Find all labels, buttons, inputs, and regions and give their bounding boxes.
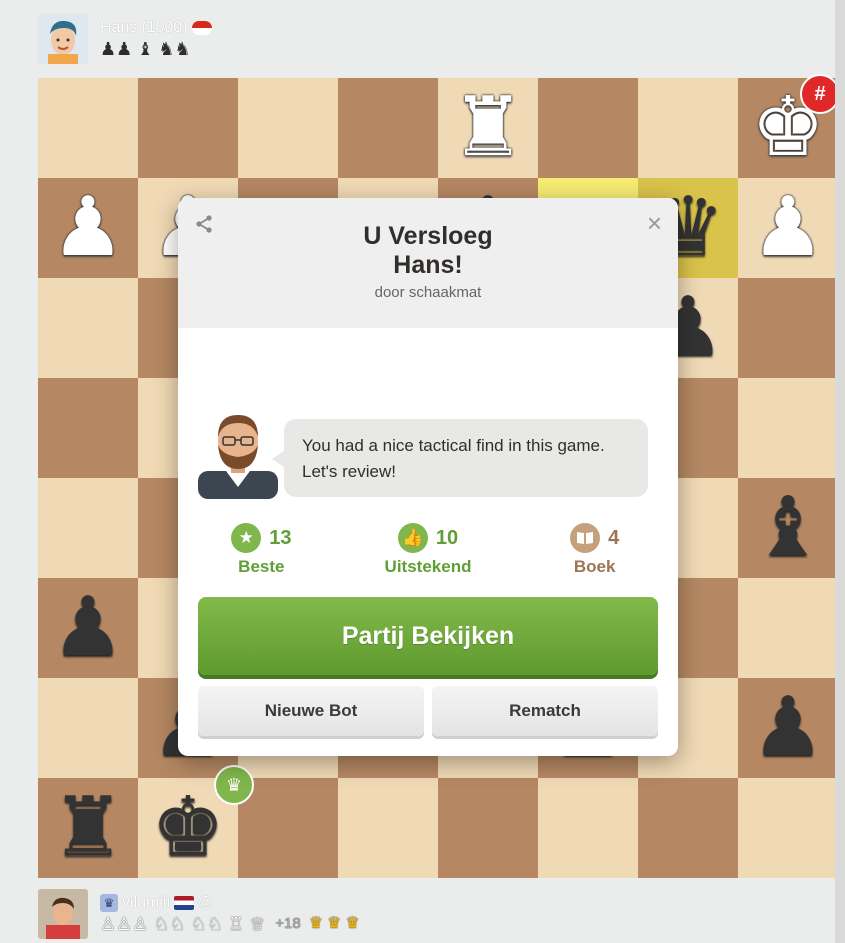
square-c1[interactable] [238,778,338,878]
stat-best[interactable]: ★ 13 Beste [178,523,345,577]
square-a7[interactable]: ♟ [38,178,138,278]
material-advantage: +18 [275,915,301,932]
square-a3[interactable]: ♟ [38,578,138,678]
stat-excellent-label: Uitstekend [384,557,472,576]
modal-title-line1: U Versloeg [363,222,493,250]
square-b8[interactable] [138,78,238,178]
white-piece[interactable]: ♟ [51,187,125,269]
square-e8[interactable]: ♜ [438,78,538,178]
coach-area: You had a nice tactical find in this gam… [190,403,668,499]
square-a4[interactable] [38,478,138,578]
square-h3[interactable] [738,578,838,678]
white-piece[interactable]: ♟ [751,187,825,269]
square-c8[interactable] [238,78,338,178]
square-g8[interactable] [638,78,738,178]
stat-best-value: 13 [269,526,292,549]
square-g1[interactable] [638,778,738,878]
stat-excellent-value: 10 [435,526,459,549]
coach-message-bubble: You had a nice tactical find in this gam… [272,419,648,497]
right-scroll-edge [835,0,845,943]
square-h7[interactable]: ♟ [738,178,838,278]
new-bot-button[interactable]: Nieuwe Bot [198,686,424,736]
square-f1[interactable] [538,778,638,878]
square-d8[interactable] [338,78,438,178]
square-h1[interactable] [738,778,838,878]
black-piece[interactable]: ♜ [51,787,125,869]
square-d1[interactable] [338,778,438,878]
move-stats: ★ 13 Beste 👍 10 Uitstekend 4 Boek [178,523,678,577]
bottom-player-captured-pieces: ♙♙♙ ♘♘ ♘♘ ♖ ♕ [100,914,266,934]
bottom-player-avatar[interactable] [38,889,88,939]
top-player-name-row: Hans (1000) [100,19,212,37]
top-player-bar: Hans (1000) ♟♟ ♝ ♞♞ [38,14,212,64]
square-h4[interactable]: ♝ [738,478,838,578]
square-h2[interactable]: ♟ [738,678,838,778]
crown-icons: ♛♛♛ [308,915,364,932]
square-a2[interactable] [38,678,138,778]
rematch-button[interactable]: Rematch [432,686,658,736]
square-e1[interactable] [438,778,538,878]
stat-book-label: Boek [573,557,616,576]
square-a1[interactable]: ♜ [38,778,138,878]
winner-crown-icon: ♛ [214,765,254,805]
top-player-rating: (1000) [141,19,188,36]
black-piece[interactable]: ♟ [51,587,125,669]
mood-emoji-icon: 😐 [198,895,214,912]
square-h6[interactable] [738,278,838,378]
top-player-captured-pieces: ♟♟ ♝ ♞♞ [100,39,191,59]
stat-book-value: 4 [608,526,620,549]
stat-excellent[interactable]: 👍 10 Uitstekend [345,523,512,577]
modal-title: U Versloeg Hans! [178,198,678,280]
square-a5[interactable] [38,378,138,478]
modal-title-line2: Hans! [393,251,463,279]
close-icon[interactable]: × [647,210,662,236]
game-over-modal: × U Versloeg Hans! door schaakmat You ha… [178,198,678,756]
square-a8[interactable] [38,78,138,178]
modal-header: × U Versloeg Hans! door schaakmat [178,198,678,328]
square-a6[interactable] [38,278,138,378]
bottom-player-name-row: ♛ vilumiii 😐 [100,894,364,912]
modal-subtitle: door schaakmat [374,284,482,301]
book-icon [570,523,601,553]
top-player-avatar[interactable] [38,14,88,64]
black-piece[interactable]: ♝ [751,487,825,569]
top-player-flag-icon [191,21,212,35]
share-icon[interactable] [194,214,214,234]
stat-book[interactable]: 4 Boek [511,523,678,577]
bottom-player-name[interactable]: vilumiii [122,894,170,912]
checkmate-icon: # [800,74,840,114]
review-game-button[interactable]: Partij Bekijken [198,597,658,675]
thumbs-up-icon: 👍 [397,523,428,553]
star-icon: ★ [231,523,262,553]
top-player-name[interactable]: Hans [100,19,137,37]
black-piece[interactable]: ♟ [751,687,825,769]
membership-crown-icon: ♛ [100,894,118,912]
netherlands-flag-icon [174,896,194,910]
bottom-player-captured-row: ♙♙♙ ♘♘ ♘♘ ♖ ♕ +18 ♛♛♛ [100,914,364,934]
square-h5[interactable] [738,378,838,478]
bottom-player-bar: ♛ vilumiii 😐 ♙♙♙ ♘♘ ♘♘ ♖ ♕ +18 ♛♛♛ [38,889,364,939]
square-h8[interactable]: ♚ # [738,74,840,178]
stat-best-label: Beste [238,557,285,576]
white-piece[interactable]: ♜ [451,87,525,169]
black-piece[interactable]: ♚ [151,787,225,869]
square-f8[interactable] [538,78,638,178]
